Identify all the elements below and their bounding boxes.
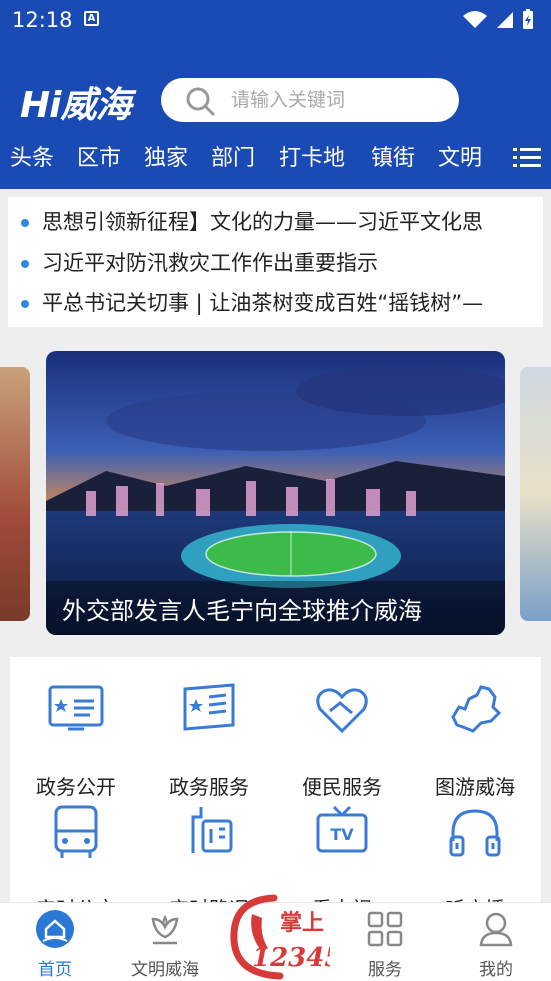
gov-service-icon bbox=[183, 683, 235, 731]
service-grid: 政务公开 政务服务 便民服务 图游威海 实时公交 bbox=[10, 657, 541, 921]
svg-text:12345: 12345 bbox=[252, 943, 330, 973]
gov-info-icon bbox=[48, 685, 104, 731]
nav-home[interactable]: 首页 bbox=[0, 903, 110, 981]
nav-mine[interactable]: 我的 bbox=[441, 903, 551, 981]
nav-service[interactable]: 服务 bbox=[330, 903, 440, 981]
tab-civilization[interactable]: 文明 bbox=[438, 140, 482, 172]
ticker-text: 思想引领新征程】文化的力量——习近平文化思 bbox=[42, 210, 483, 234]
service-gov-service[interactable]: 政务服务 bbox=[143, 681, 275, 799]
nav-civil[interactable]: 文明威海 bbox=[110, 903, 220, 981]
banner-carousel[interactable]: 外交部发言人毛宁向全球推介威海 bbox=[0, 337, 551, 647]
system-status-icons bbox=[463, 9, 533, 29]
search-bar[interactable] bbox=[161, 78, 459, 122]
service-map[interactable]: 图游威海 bbox=[409, 681, 541, 799]
bullet-dot bbox=[21, 300, 29, 308]
status-time: 12:18 bbox=[12, 8, 73, 32]
tab-headline[interactable]: 头条 bbox=[10, 140, 54, 172]
service-label: 图游威海 bbox=[435, 775, 515, 799]
nav-label: 服务 bbox=[368, 960, 402, 980]
road-icon bbox=[191, 807, 233, 853]
service-label: 便民服务 bbox=[302, 775, 382, 799]
app-logo: Hi威海 bbox=[20, 85, 131, 126]
ticker-text: 平总书记关切事 | 让油茶树变成百姓“摇钱树”— bbox=[42, 291, 484, 315]
service-gov-info[interactable]: 政务公开 bbox=[10, 681, 142, 799]
hotline-12345-logo[interactable]: 掌上 12345 bbox=[222, 894, 330, 981]
map-icon bbox=[451, 685, 502, 733]
home-icon bbox=[36, 910, 74, 948]
user-icon bbox=[479, 912, 513, 947]
carousel-prev-card[interactable] bbox=[0, 367, 30, 621]
svg-text:掌上: 掌上 bbox=[280, 910, 324, 936]
handshake-heart-icon bbox=[316, 688, 368, 734]
app-header: 12:18 A Hi威海 头条 区市 独家 部门 打卡地 镇街 文明 bbox=[0, 0, 551, 189]
svg-text:TV: TV bbox=[330, 825, 354, 844]
headphones-icon bbox=[449, 809, 501, 857]
tab-town[interactable]: 镇街 bbox=[371, 140, 415, 172]
flower-icon bbox=[151, 915, 179, 945]
nav-label: 我的 bbox=[479, 960, 513, 980]
grid-icon bbox=[367, 911, 403, 947]
bullet-dot bbox=[21, 260, 29, 268]
tab-department[interactable]: 部门 bbox=[211, 140, 255, 172]
service-label: 政务公开 bbox=[36, 775, 116, 799]
menu-icon[interactable] bbox=[513, 146, 541, 170]
channel-tabs: 头条 区市 独家 部门 打卡地 镇街 文明 bbox=[0, 140, 551, 180]
service-bus[interactable]: 实时公交 bbox=[10, 803, 142, 921]
service-convenience[interactable]: 便民服务 bbox=[276, 681, 408, 799]
search-input[interactable] bbox=[231, 84, 441, 116]
tab-exclusive[interactable]: 独家 bbox=[144, 140, 188, 172]
nav-label: 首页 bbox=[38, 960, 72, 980]
tab-checkin[interactable]: 打卡地 bbox=[279, 140, 345, 172]
service-label: 政务服务 bbox=[169, 775, 249, 799]
ticker-text: 习近平对防汛救灾工作作出重要指示 bbox=[42, 251, 378, 275]
service-radio[interactable]: 听广播 bbox=[409, 803, 541, 921]
news-ticker: 思想引领新征程】文化的力量——习近平文化思 习近平对防汛救灾工作作出重要指示 平… bbox=[8, 197, 543, 327]
tv-icon: TV bbox=[316, 805, 368, 853]
carousel-caption: 外交部发言人毛宁向全球推介威海 bbox=[62, 597, 422, 625]
tab-district[interactable]: 区市 bbox=[77, 140, 121, 172]
nav-label: 文明威海 bbox=[131, 960, 199, 980]
status-bar: 12:18 A bbox=[0, 0, 551, 40]
ticker-item[interactable]: 思想引领新征程】文化的力量——习近平文化思 bbox=[8, 204, 543, 238]
carousel-next-card[interactable] bbox=[520, 367, 551, 621]
bullet-dot bbox=[21, 219, 29, 227]
ticker-item[interactable]: 平总书记关切事 | 让油茶树变成百姓“摇钱树”— bbox=[8, 285, 543, 319]
carousel-main-card[interactable]: 外交部发言人毛宁向全球推介威海 bbox=[46, 351, 505, 635]
search-icon bbox=[186, 87, 215, 116]
bus-icon bbox=[54, 805, 98, 858]
notification-icon: A bbox=[84, 11, 99, 26]
ticker-item[interactable]: 习近平对防汛救灾工作作出重要指示 bbox=[8, 245, 543, 279]
